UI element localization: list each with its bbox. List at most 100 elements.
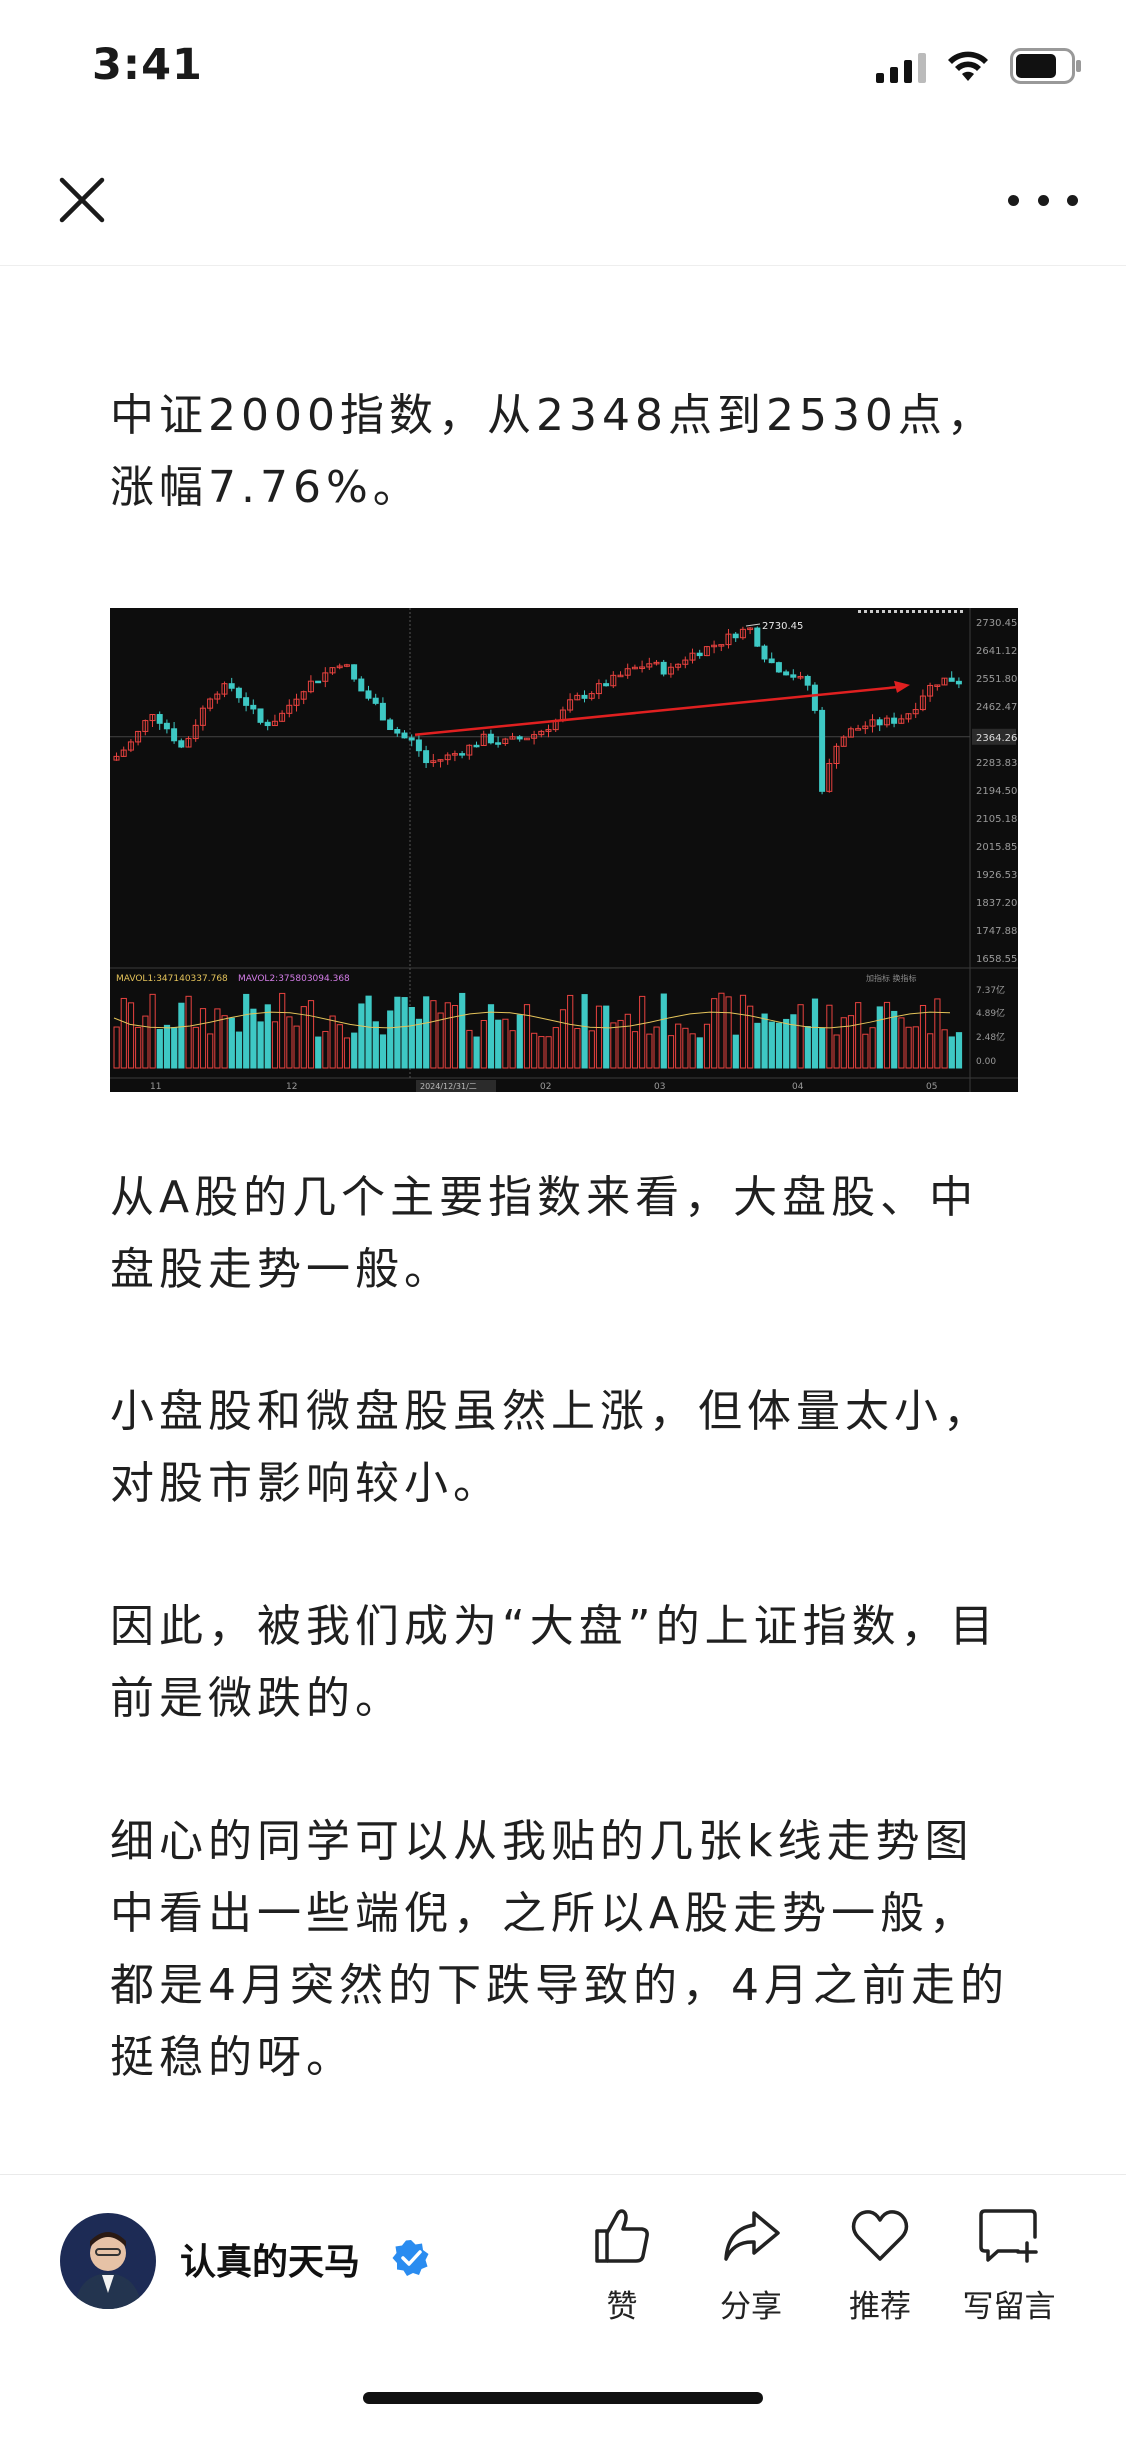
author-name[interactable]: 认真的天马 (180, 2233, 360, 2285)
volume-bar (804, 1026, 811, 1069)
top-dot-marker (876, 610, 879, 613)
top-dot-marker (912, 610, 915, 613)
volume-bar (264, 1004, 271, 1069)
candle-body (804, 675, 811, 686)
volume-bar (876, 1006, 883, 1069)
volume-axis-label: 4.89亿 (976, 1007, 1005, 1019)
peak-label: 2730.45 (762, 621, 803, 632)
like-button[interactable]: 赞 (557, 2205, 687, 2326)
volume-bar (732, 1034, 739, 1069)
kline-chart-image[interactable]: 2730.45 2641.12 2551.80 2462.47 2364.26 2283.… (110, 608, 1018, 1092)
candle-body (660, 661, 667, 675)
candle-body (732, 633, 739, 639)
time-axis-label: 11 (150, 1082, 161, 1092)
time-axis-label: 02 (540, 1082, 551, 1092)
top-dot-marker (936, 610, 939, 613)
close-icon (59, 177, 105, 223)
candle-body (178, 740, 185, 748)
price-axis-label: 2105.18 (976, 814, 1017, 825)
price-axis-label: 2194.50 (976, 786, 1017, 797)
more-icon-dot (1008, 194, 1019, 206)
volume-bar (790, 1014, 797, 1069)
top-dot-marker (894, 610, 897, 613)
top-dot-marker (918, 610, 921, 613)
more-button[interactable] (1008, 170, 1078, 230)
candle-body (394, 729, 401, 734)
candle-body (379, 702, 386, 721)
close-button[interactable] (52, 170, 112, 230)
like-icon (595, 2209, 649, 2263)
price-axis-label: 1926.53 (976, 870, 1017, 881)
top-dot-marker (924, 610, 927, 613)
time-axis-label: 04 (792, 1082, 804, 1092)
volume-bar (660, 993, 667, 1069)
top-dot-marker (906, 610, 909, 613)
share-label: 分享 (720, 2289, 782, 2325)
candle-body (819, 709, 826, 792)
volume-bar (250, 1008, 257, 1069)
candle-body (408, 737, 415, 741)
volume-bar (495, 1019, 502, 1069)
candle-body (487, 733, 494, 744)
top-dot-marker (864, 610, 867, 613)
volume-axis-label: 0.00 (976, 1057, 996, 1067)
top-dot-marker (870, 610, 873, 613)
recommend-label: 推荐 (849, 2289, 911, 2325)
candle-body (790, 674, 797, 678)
comment-icon (979, 2209, 1038, 2263)
candle-body (761, 645, 768, 660)
top-dot-marker (858, 610, 861, 613)
candle-body (891, 717, 898, 724)
candle-body (473, 744, 480, 748)
volume-bar (408, 1006, 415, 1069)
volume-bar (819, 1027, 826, 1069)
candle-body (415, 739, 422, 752)
article-paragraph: 细心的同学可以从我贴的几张k线走势图中看出一些端倪，之所以A股走势一般，都是4月… (110, 1816, 1009, 2083)
volume-bar (423, 996, 430, 1069)
candle-body (516, 736, 523, 740)
candle-body (243, 697, 250, 706)
candle-body (372, 697, 379, 704)
volume-bar (459, 992, 466, 1069)
candle-body (783, 671, 790, 676)
candle-body (603, 683, 610, 687)
candle-body (387, 719, 394, 731)
comment-button[interactable]: 写留言 (944, 2205, 1074, 2326)
top-dot-marker (954, 610, 957, 613)
candle-body (228, 683, 235, 689)
volume-bar (603, 1005, 610, 1069)
candle-body (459, 753, 466, 756)
volume-bar (358, 1003, 365, 1069)
author-avatar[interactable] (60, 2213, 156, 2309)
volume-bar (811, 998, 819, 1069)
volume-bar (948, 1036, 955, 1069)
like-label: 赞 (606, 2289, 638, 2325)
time-axis-label: 05 (926, 1082, 937, 1092)
time-axis-label: 03 (654, 1082, 665, 1092)
avatar-image (60, 2213, 156, 2309)
candle-body (264, 721, 271, 727)
candle-body (358, 678, 365, 692)
share-button[interactable]: 分享 (686, 2205, 816, 2326)
candle-body (250, 704, 257, 710)
status-time: 3:41 (92, 40, 203, 90)
volume-axis-label: 7.37亿 (976, 984, 1005, 996)
volume-bar (235, 1031, 243, 1069)
article-paragraph: 中证2000指数，从2348点到2530点，涨幅7.76%。 (110, 390, 996, 513)
current-price-label: 2364.26 (976, 733, 1017, 744)
volume-bar (379, 1034, 387, 1069)
price-axis-label: 2641.12 (976, 646, 1017, 657)
time-axis-label: 12 (286, 1082, 297, 1092)
recommend-button[interactable]: 推荐 (815, 2205, 945, 2326)
wifi-icon (948, 51, 988, 81)
volume-bar (163, 1024, 171, 1069)
candle-body (351, 664, 358, 680)
price-axis-label: 1747.88 (976, 926, 1017, 937)
volume-bar (365, 995, 372, 1069)
volume-legend-mavol1: MAVOL1:347140337.768 (116, 974, 228, 984)
status-bar: 3:41 (0, 0, 1126, 130)
candle-body (754, 627, 761, 647)
battery-icon (1010, 48, 1081, 84)
article-paragraph: 小盘股和微盘股虽然上涨，但体量太小，对股市影响较小。 (110, 1386, 992, 1509)
candle-body (163, 722, 170, 730)
